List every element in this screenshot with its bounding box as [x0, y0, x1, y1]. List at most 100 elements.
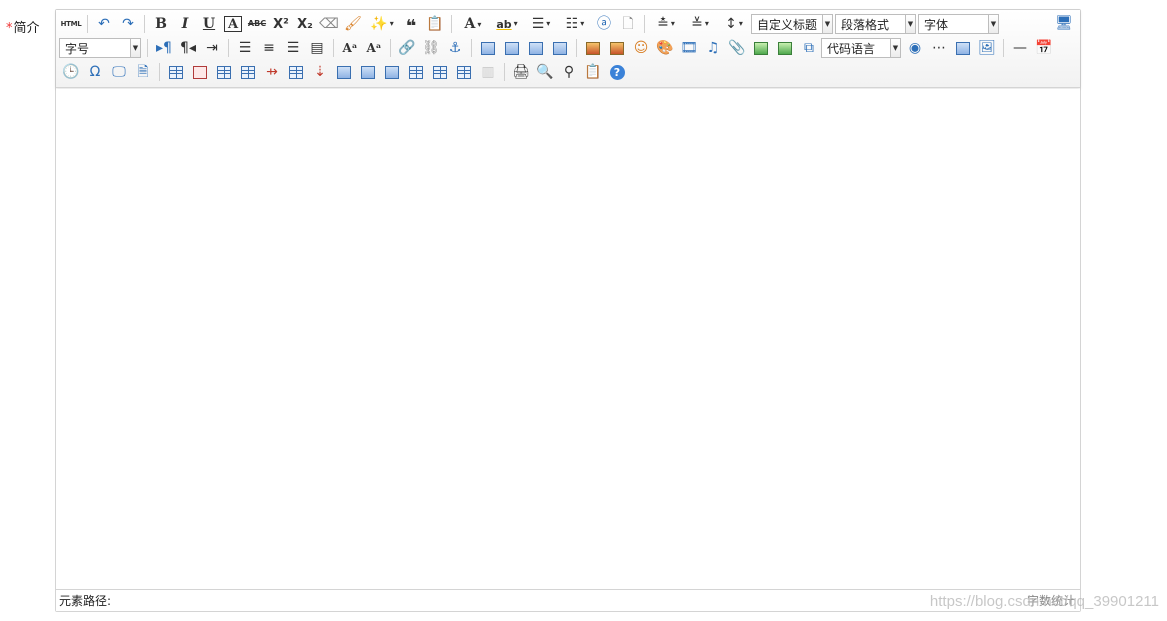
- fontborder-button[interactable]: A: [221, 13, 245, 35]
- horizontal-rule-icon[interactable]: —: [1008, 37, 1032, 59]
- forecolor-button[interactable]: A ▾: [456, 13, 490, 35]
- link-icon[interactable]: 🔗: [395, 37, 419, 59]
- rtl-direction-icon[interactable]: ¶◂: [176, 37, 200, 59]
- emotion-icon[interactable]: ☺: [629, 37, 653, 59]
- editor-content-area[interactable]: [56, 89, 1080, 589]
- drafts-icon[interactable]: 📋: [581, 61, 605, 83]
- chevron-down-icon[interactable]: ▼: [988, 15, 998, 33]
- attachment-icon[interactable]: 📎: [725, 37, 749, 59]
- unordered-list-icon[interactable]: ☷ ▾: [558, 13, 592, 35]
- insert-frame-icon[interactable]: ⧉: [797, 37, 821, 59]
- merge-cells-glyph: [337, 65, 351, 79]
- delete-row-icon[interactable]: ⇸: [260, 61, 284, 83]
- image-center-icon[interactable]: [548, 37, 572, 59]
- insert-col-icon[interactable]: [284, 61, 308, 83]
- undo-icon[interactable]: ↶: [92, 13, 116, 35]
- ordered-list-icon[interactable]: ☰ ▾: [524, 13, 558, 35]
- gmap-icon[interactable]: [773, 37, 797, 59]
- split-to-rows-icon[interactable]: [428, 61, 452, 83]
- custom-heading-select[interactable]: 自定义标题 ▼: [751, 14, 833, 34]
- subscript-button[interactable]: X₂: [293, 13, 317, 35]
- chevron-down-icon[interactable]: ▼: [905, 15, 915, 33]
- format-brush-icon[interactable]: 🖌: [341, 13, 365, 35]
- html-source-button[interactable]: HTML: [59, 13, 83, 35]
- image-none-glyph: [481, 41, 495, 55]
- merge-down-glyph: [385, 65, 399, 79]
- chevron-down-icon[interactable]: ▼: [890, 39, 900, 57]
- anchor-icon[interactable]: ⚓: [443, 37, 467, 59]
- wordimage-icon[interactable]: 🗎: [131, 61, 155, 83]
- element-path-label: 元素路径:: [59, 594, 112, 608]
- paste-plain-icon[interactable]: 📋: [423, 13, 447, 35]
- insert-video-icon[interactable]: 🎞: [677, 37, 701, 59]
- charts-icon[interactable]: ▥: [476, 61, 500, 83]
- background-icon[interactable]: 🖼: [975, 37, 999, 59]
- backcolor-icon[interactable]: ab ▾: [490, 13, 524, 35]
- code-language-select[interactable]: 代码语言 ▼: [821, 38, 901, 58]
- blockquote-button[interactable]: ❝: [399, 13, 423, 36]
- unlink-icon[interactable]: ⛓: [419, 37, 443, 59]
- pagebreak-icon[interactable]: ⋯: [927, 37, 951, 59]
- font-size-select[interactable]: 字号 ▼: [59, 38, 141, 58]
- split-to-cells-glyph: [409, 65, 423, 79]
- font-family-select[interactable]: 字体 ▼: [918, 14, 999, 34]
- chevron-down-icon: ▾: [513, 19, 518, 28]
- merge-cells-icon[interactable]: [332, 61, 356, 83]
- chevron-down-icon[interactable]: ▼: [822, 15, 832, 33]
- merge-right-icon[interactable]: [356, 61, 380, 83]
- insert-image-icon[interactable]: [605, 37, 629, 59]
- auto-format-icon[interactable]: ✨ ▾: [365, 13, 399, 35]
- image-right-icon[interactable]: [524, 37, 548, 59]
- insert-paragraph-before-table-icon[interactable]: [212, 61, 236, 83]
- snapscreen-icon[interactable]: 🖵: [107, 61, 131, 83]
- image-none-icon[interactable]: [476, 37, 500, 59]
- delete-col-icon[interactable]: ⇣: [308, 61, 332, 83]
- touppercase-icon[interactable]: Aᵃ: [338, 37, 362, 59]
- time-icon[interactable]: 🕒: [59, 61, 83, 83]
- toolbar-separator: [576, 39, 577, 57]
- paragraph-format-select[interactable]: 段落格式 ▼: [835, 14, 916, 34]
- fullscreen-icon[interactable]: 🖥: [1052, 12, 1076, 34]
- date-icon[interactable]: 📅: [1032, 37, 1056, 59]
- scrawl-icon[interactable]: 🎨: [653, 37, 677, 59]
- map-icon[interactable]: [749, 37, 773, 59]
- chevron-down-icon[interactable]: ▼: [130, 39, 140, 57]
- webapp-icon[interactable]: ◉: [903, 37, 927, 59]
- split-to-cols-icon[interactable]: [452, 61, 476, 83]
- ltr-direction-icon[interactable]: ▸¶: [152, 37, 176, 59]
- help-icon[interactable]: ?: [605, 61, 629, 83]
- insert-table-icon[interactable]: [164, 61, 188, 83]
- tolowercase-icon[interactable]: Aᵃ: [362, 37, 386, 59]
- delete-table-icon[interactable]: [188, 61, 212, 83]
- align-justify-icon[interactable]: ▤: [305, 37, 329, 59]
- redo-icon[interactable]: ↷: [116, 13, 140, 35]
- music-icon[interactable]: ♫: [701, 37, 725, 59]
- align-center-icon[interactable]: ≡: [257, 37, 281, 59]
- superscript-button[interactable]: X²: [269, 13, 293, 35]
- simple-upload-glyph: [586, 41, 600, 55]
- simple-upload-icon[interactable]: [581, 37, 605, 59]
- search-replace-icon[interactable]: ⚲: [557, 61, 581, 83]
- merge-down-icon[interactable]: [380, 61, 404, 83]
- eraser-icon[interactable]: ⌫: [317, 13, 341, 35]
- strikethrough-button[interactable]: ABC: [245, 13, 269, 35]
- insert-row-icon[interactable]: [236, 61, 260, 83]
- clear-document-icon[interactable]: 🗋: [616, 13, 640, 35]
- indent-icon[interactable]: ⇥: [200, 37, 224, 59]
- align-right-icon[interactable]: ☰: [281, 37, 305, 59]
- template-icon[interactable]: [951, 37, 975, 59]
- image-left-icon[interactable]: [500, 37, 524, 59]
- special-chars-icon[interactable]: Ω: [83, 61, 107, 83]
- bold-button[interactable]: B: [149, 13, 173, 35]
- split-to-cells-icon[interactable]: [404, 61, 428, 83]
- underline-button[interactable]: U: [197, 13, 221, 35]
- line-height-icon[interactable]: ↕ ▾: [717, 13, 751, 35]
- row-spacing-top-icon[interactable]: ≛ ▾: [649, 13, 683, 35]
- select-all-icon[interactable]: ⓐ: [592, 13, 616, 35]
- preview-icon[interactable]: 🔍: [533, 61, 557, 83]
- row-spacing-bottom-icon[interactable]: ≚ ▾: [683, 13, 717, 35]
- print-icon[interactable]: 🖨: [509, 61, 533, 83]
- toolbar-row-3: 🕒 Ω 🖵 🗎 ⇸ ⇣ ▥ 🖨 🔍 ⚲ 📋 ?: [59, 60, 1077, 84]
- italic-button[interactable]: I: [173, 13, 197, 35]
- align-left-icon[interactable]: ☰: [233, 37, 257, 59]
